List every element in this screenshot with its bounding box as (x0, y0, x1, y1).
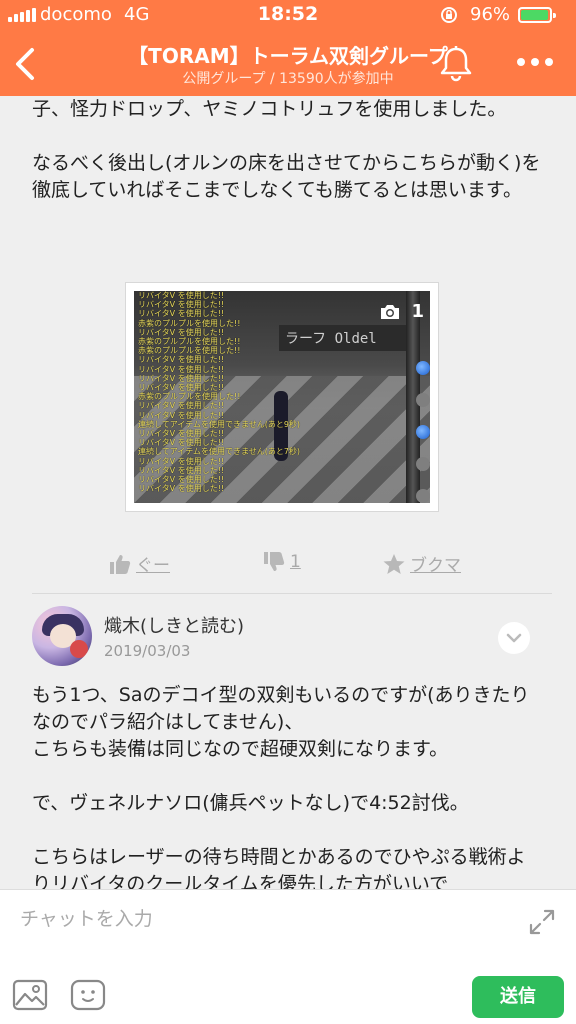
log-line: リバイタV を使用した!! (138, 383, 225, 393)
log-line: リバイタV を使用した!! (138, 401, 225, 411)
log-line: リバイタV を使用した!! (138, 410, 225, 420)
dislike-count: 1 (290, 552, 301, 572)
photo-attachment[interactable]: ラーフ Oldel リバイタV を使用した!! リバイタV を使用した!! リバイタ… (125, 282, 439, 512)
expand-icon[interactable] (528, 908, 556, 936)
game-screenshot: ラーフ Oldel リバイタV を使用した!! リバイタV を使用した!! リバイタ… (134, 291, 430, 503)
log-line: リバイタV を使用した!! (138, 475, 225, 485)
message-paragraph: なるべく後出し(オルンの床を出させてからこちらが動く)を徹底していればそこまでし… (32, 152, 541, 201)
message-menu-button[interactable] (498, 622, 530, 654)
log-line: 赤紫のプルプルを使用した!! (138, 318, 241, 328)
log-line: リバイタV を使用した!! (138, 484, 225, 494)
like-button[interactable]: ぐー (108, 551, 170, 576)
message-divider (32, 593, 552, 594)
avatar[interactable] (32, 606, 92, 666)
post-date: 2019/03/03 (104, 642, 191, 660)
dislike-button[interactable]: 1 (262, 551, 301, 573)
battery-percent: 96% (470, 4, 511, 25)
log-line: リバイタV を使用した!! (138, 291, 225, 300)
more-icon[interactable] (515, 50, 555, 74)
chat-composer: チャットを入力 送信 (0, 889, 576, 1024)
log-line: 赤紫のプルプルを使用した!! (138, 337, 241, 347)
send-button[interactable]: 送信 (472, 976, 564, 1018)
message-paragraph: もう1つ、Saのデコイ型の双剣もいるのですが(ありきたりなのでパラ紹介はしてませ… (32, 684, 530, 760)
star-icon (383, 553, 405, 574)
photo-count: 1 (411, 301, 424, 322)
photo-count-badge: 1 (379, 301, 424, 322)
message-paragraph: で、ヴェネルナソロ(傭兵ペットなし)で4:52討伐。 (32, 792, 469, 814)
bell-icon[interactable] (438, 44, 474, 82)
message-actions: ぐー 1 ブクマ (0, 551, 576, 581)
log-line: リバイタV を使用した!! (138, 429, 225, 439)
chevron-down-icon (506, 633, 522, 643)
sticker-icon[interactable] (70, 978, 106, 1012)
chat-content[interactable]: 子、怪力ドロップ、ヤミノコトリュフを使用しました。 なるべく後出し(オルンの床を… (0, 96, 576, 889)
image-icon[interactable] (12, 978, 48, 1012)
like-label: ぐー (136, 556, 170, 576)
bookmark-button[interactable]: ブクマ (382, 551, 461, 576)
log-line: 連続してアイテムを使用できません(あと9秒) (138, 419, 301, 429)
back-icon[interactable] (10, 44, 40, 84)
log-line: リバイタV を使用した!! (138, 309, 225, 319)
thumbs-up-icon (110, 554, 131, 574)
log-line: 連続してアイテムを使用できません(あと7秒) (138, 447, 301, 457)
status-bar: docomo 4G 18:52 96% (0, 0, 576, 30)
log-line: リバイタV を使用した!! (138, 465, 225, 475)
item-log: リバイタV を使用した!! リバイタV を使用した!! リバイタV を使用した!! 赤… (138, 291, 338, 493)
battery-icon (518, 7, 556, 23)
message-body: 子、怪力ドロップ、ヤミノコトリュフを使用しました。 なるべく後出し(オルンの床を… (32, 96, 542, 231)
log-line: リバイタV を使用した!! (138, 373, 225, 383)
rotation-lock-icon (441, 7, 457, 23)
header: 【TORAM】トーラム双剣グループ 公開グループ / 13590人が参加中 (0, 30, 576, 96)
log-line: リバイタV を使用した!! (138, 327, 225, 337)
message-paragraph: 子、怪力ドロップ、ヤミノコトリュフを使用しました。 (32, 98, 507, 120)
message-body: もう1つ、Saのデコイ型の双剣もいるのですが(ありきたりなのでパラ紹介はしてませ… (32, 682, 544, 889)
message-paragraph: こちらはレーザーの待ち時間とかあるのでひやぷる戦術よりリバイタのクールタイムを優… (32, 846, 526, 889)
camera-icon (381, 304, 400, 319)
chat-input[interactable]: チャットを入力 (20, 904, 153, 931)
bookmark-label: ブクマ (410, 556, 461, 576)
thumbs-down-icon (264, 552, 285, 571)
log-line: リバイタV を使用した!! (138, 355, 225, 365)
log-line: リバイタV を使用した!! (138, 364, 225, 374)
author-name[interactable]: 熾木(しきと読む) (104, 612, 244, 638)
log-line: リバイタV を使用した!! (138, 456, 225, 466)
